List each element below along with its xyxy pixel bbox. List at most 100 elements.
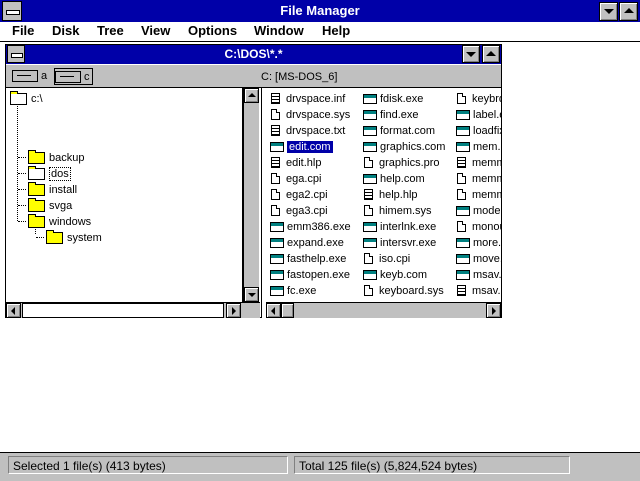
file-item[interactable]: memm	[456, 187, 501, 202]
tree-item-windows[interactable]: windows	[28, 213, 91, 229]
file-item[interactable]: memm	[456, 155, 501, 170]
folder-icon	[28, 213, 45, 228]
file-name: move.e	[473, 252, 501, 265]
file-name: keyboard.sys	[379, 284, 444, 297]
file-item[interactable]: format.com	[363, 123, 435, 138]
tree-item-install[interactable]: install	[28, 181, 77, 197]
scroll-left-button[interactable]	[266, 303, 281, 318]
file-item[interactable]: memm	[456, 171, 501, 186]
file-item[interactable]: msav.h	[456, 283, 501, 298]
file-item[interactable]: himem.sys	[363, 203, 432, 218]
file-item[interactable]: edit.com	[270, 139, 333, 154]
file-item[interactable]: expand.exe	[270, 235, 344, 250]
scroll-thumb[interactable]	[281, 303, 294, 318]
file-item[interactable]: label.e	[456, 107, 501, 122]
menu-options[interactable]: Options	[188, 23, 237, 38]
file-name: graphics.com	[380, 140, 446, 153]
file-item[interactable]: move.e	[456, 251, 501, 266]
tree-item-backup[interactable]: backup	[28, 149, 85, 165]
file-item[interactable]: mem.e	[456, 139, 501, 154]
text-file-icon	[271, 93, 280, 104]
file-name: memm	[472, 172, 501, 185]
scroll-down-button[interactable]	[244, 287, 259, 302]
file-item[interactable]: ega3.cpi	[270, 203, 328, 218]
title-bar[interactable]: File Manager	[0, 0, 640, 23]
child-minimize-button[interactable]	[462, 45, 480, 63]
scroll-left-button[interactable]	[6, 303, 21, 318]
menu-window[interactable]: Window	[254, 23, 304, 38]
program-icon	[456, 205, 470, 216]
file-item[interactable]: ega.cpi	[270, 171, 321, 186]
file-name: monou	[472, 220, 501, 233]
file-item[interactable]: intersvr.exe	[363, 235, 436, 250]
file-item[interactable]: drvspace.inf	[270, 91, 345, 106]
floppy-drive-icon	[12, 69, 38, 82]
file-item[interactable]: msav.e	[456, 267, 501, 282]
file-item[interactable]: iso.cpi	[363, 251, 410, 266]
file-item[interactable]: help.com	[363, 171, 425, 186]
directory-window-title-bar[interactable]: C:\DOS\*.*	[6, 45, 501, 64]
tree-item-root[interactable]: c:\	[10, 90, 43, 106]
program-icon	[456, 253, 470, 264]
file-item[interactable]: mode.c	[456, 203, 501, 218]
file-name: keybrd	[472, 92, 501, 105]
document-icon	[364, 157, 373, 168]
menu-help[interactable]: Help	[322, 23, 350, 38]
file-item[interactable]: drvspace.txt	[270, 123, 345, 138]
tree-item-label: c:\	[31, 92, 43, 105]
scroll-track[interactable]	[22, 303, 224, 318]
program-icon	[363, 173, 377, 184]
file-item[interactable]: fc.exe	[270, 283, 316, 298]
file-horizontal-scrollbar[interactable]	[266, 302, 501, 318]
file-name: keyb.com	[380, 268, 428, 281]
file-item[interactable]: graphics.pro	[363, 155, 440, 170]
menu-view[interactable]: View	[141, 23, 170, 38]
open-folder-icon	[28, 165, 45, 180]
drive-c[interactable]: c	[54, 68, 93, 85]
file-item[interactable]: drvspace.sys	[270, 107, 350, 122]
file-item[interactable]: interlnk.exe	[363, 219, 436, 234]
tree-item-label: backup	[49, 151, 85, 164]
menu-tree[interactable]: Tree	[97, 23, 124, 38]
file-item[interactable]: fdisk.exe	[363, 91, 423, 106]
maximize-button[interactable]	[619, 2, 638, 21]
file-item[interactable]: keyboard.sys	[363, 283, 444, 298]
file-item[interactable]: loadfix.	[456, 123, 501, 138]
menu-disk[interactable]: Disk	[52, 23, 79, 38]
file-item[interactable]: monou	[456, 219, 501, 234]
menu-file[interactable]: File	[12, 23, 34, 38]
drive-a[interactable]: a	[12, 68, 47, 83]
document-icon	[457, 173, 466, 184]
program-icon	[456, 125, 470, 136]
file-item[interactable]: graphics.com	[363, 139, 445, 154]
tree-item-dos[interactable]: dos	[28, 165, 71, 181]
file-item[interactable]: keybrd	[456, 91, 501, 106]
file-name: ega.cpi	[286, 172, 322, 185]
scroll-right-button[interactable]	[486, 303, 501, 318]
file-item[interactable]: edit.hlp	[270, 155, 321, 170]
file-name: drvspace.txt	[286, 124, 346, 137]
child-maximize-button[interactable]	[482, 45, 500, 63]
file-item[interactable]: more.c	[456, 235, 501, 250]
tree-item-svga[interactable]: svga	[28, 197, 73, 213]
file-item[interactable]: fasthelp.exe	[270, 251, 346, 266]
file-name: himem.sys	[379, 204, 432, 217]
file-item[interactable]: emm386.exe	[270, 219, 351, 234]
tree-horizontal-scrollbar[interactable]	[6, 302, 260, 318]
file-name: intersvr.exe	[380, 236, 437, 249]
document-icon	[271, 173, 280, 184]
scroll-up-button[interactable]	[244, 88, 259, 103]
tree-item-system[interactable]: system	[46, 229, 102, 245]
file-name: help.hlp	[379, 188, 418, 201]
file-item[interactable]: fastopen.exe	[270, 267, 350, 282]
tree-vertical-scrollbar[interactable]	[243, 88, 259, 302]
file-item[interactable]: help.hlp	[363, 187, 418, 202]
file-item[interactable]: find.exe	[363, 107, 419, 122]
minimize-button[interactable]	[599, 2, 618, 21]
folder-icon	[28, 197, 45, 212]
scroll-right-button[interactable]	[226, 303, 241, 318]
file-item[interactable]: ega2.cpi	[270, 187, 328, 202]
file-item[interactable]: keyb.com	[363, 267, 427, 282]
tree-item-label: svga	[49, 199, 73, 212]
file-name: drvspace.inf	[286, 92, 346, 105]
